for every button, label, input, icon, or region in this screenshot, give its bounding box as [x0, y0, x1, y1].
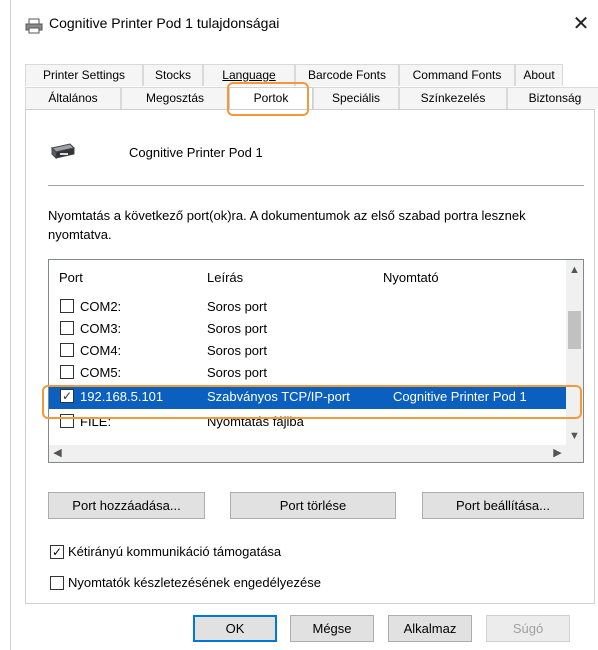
- port-list[interactable]: Port Leírás Nyomtató COM2: Soros port CO…: [48, 259, 584, 463]
- port-checkbox[interactable]: [60, 343, 74, 357]
- window-title: Cognitive Printer Pod 1 tulajdonságai: [49, 15, 280, 31]
- printer-icon: [25, 18, 43, 34]
- port-name: COM5:: [80, 365, 122, 380]
- port-name: COM2:: [80, 299, 122, 314]
- scroll-corner: [566, 445, 583, 462]
- help-button[interactable]: Súgó: [486, 615, 570, 642]
- scroll-left-icon[interactable]: ◀: [49, 445, 66, 462]
- port-checkbox[interactable]: [60, 414, 74, 428]
- column-header-port[interactable]: Port: [59, 270, 83, 285]
- port-desc: Soros port: [207, 321, 267, 336]
- tab-general[interactable]: Általános: [25, 87, 121, 109]
- printer-name: Cognitive Printer Pod 1: [129, 145, 263, 160]
- bidirectional-checkbox[interactable]: ✓: [50, 545, 64, 559]
- column-header-printer[interactable]: Nyomtató: [383, 270, 439, 285]
- configure-port-button[interactable]: Port beállítása...: [422, 492, 584, 519]
- port-desc: Soros port: [207, 365, 267, 380]
- tab-barcode-fonts[interactable]: Barcode Fonts: [295, 64, 399, 86]
- tab-row-top: Printer Settings Stocks Language Barcode…: [25, 64, 563, 86]
- port-name: COM4:: [80, 343, 122, 358]
- port-name: COM3:: [80, 321, 122, 336]
- port-desc: Nyomtatás fájlba: [207, 414, 304, 429]
- scroll-down-icon[interactable]: ▼: [566, 428, 583, 445]
- tab-about[interactable]: About: [515, 64, 563, 86]
- list-item[interactable]: COM3: Soros port: [49, 319, 569, 339]
- printer-icon: [51, 143, 75, 160]
- list-header: Port Leírás Nyomtató: [49, 260, 569, 292]
- port-checkbox-checked[interactable]: ✓: [60, 389, 74, 403]
- ports-panel: Cognitive Printer Pod 1 Nyomtatás a köve…: [25, 109, 595, 604]
- delete-port-button[interactable]: Port törlése: [230, 492, 396, 519]
- port-desc: Soros port: [207, 343, 267, 358]
- port-name: FILE:: [80, 414, 112, 429]
- pooling-label[interactable]: Nyomtatók készletezésének engedélyezése: [68, 575, 321, 590]
- scroll-up-icon[interactable]: ▲: [566, 262, 583, 279]
- vertical-scrollbar[interactable]: ▲ ▼: [566, 260, 583, 445]
- printer-header: [48, 140, 76, 162]
- list-item[interactable]: COM5: Soros port: [49, 363, 569, 383]
- port-checkbox[interactable]: [60, 365, 74, 379]
- port-checkbox[interactable]: [60, 321, 74, 335]
- list-item[interactable]: COM4: Soros port: [49, 341, 569, 361]
- cancel-button[interactable]: Mégse: [290, 615, 374, 642]
- list-item-selected[interactable]: ✓ 192.168.5.101 Szabványos TCP/IP-port C…: [49, 387, 569, 409]
- tab-stocks[interactable]: Stocks: [143, 64, 203, 86]
- tab-security[interactable]: Biztonság: [507, 87, 598, 109]
- list-item[interactable]: FILE: Nyomtatás fájlba: [49, 412, 569, 432]
- bidirectional-label[interactable]: Kétirányú kommunikáció támogatása: [68, 544, 281, 559]
- pooling-checkbox[interactable]: [50, 576, 64, 590]
- close-icon[interactable]: ✕: [569, 12, 593, 36]
- title-bar: Cognitive Printer Pod 1 tulajdonságai ✕: [11, 0, 598, 48]
- tab-color-management[interactable]: Színkezelés: [399, 87, 507, 109]
- apply-button[interactable]: Alkalmaz: [388, 615, 472, 642]
- scroll-right-icon[interactable]: ▶: [549, 445, 566, 462]
- add-port-button[interactable]: Port hozzáadása...: [48, 492, 205, 519]
- port-description: Nyomtatás a következő port(ok)ra. A doku…: [48, 208, 526, 242]
- tab-command-fonts[interactable]: Command Fonts: [399, 64, 515, 86]
- scroll-thumb[interactable]: [568, 311, 581, 349]
- ok-button[interactable]: OK: [193, 615, 277, 642]
- column-header-description[interactable]: Leírás: [207, 270, 243, 285]
- port-desc: Soros port: [207, 299, 267, 314]
- port-name: 192.168.5.101: [80, 389, 164, 404]
- port-desc: Szabványos TCP/IP-port: [207, 389, 350, 404]
- port-checkbox[interactable]: [60, 299, 74, 313]
- tab-ports[interactable]: Portok: [229, 87, 313, 109]
- horizontal-scrollbar[interactable]: ◀ ▶: [49, 445, 568, 462]
- list-item[interactable]: COM2: Soros port: [49, 297, 569, 317]
- tab-sharing[interactable]: Megosztás: [121, 87, 229, 109]
- port-printer: Cognitive Printer Pod 1: [393, 389, 527, 404]
- tab-language[interactable]: Language: [203, 64, 295, 86]
- separator: [48, 185, 584, 186]
- tab-printer-settings[interactable]: Printer Settings: [25, 64, 143, 86]
- properties-window: Cognitive Printer Pod 1 tulajdonságai ✕ …: [10, 0, 598, 650]
- tab-row-bottom: Általános Megosztás Portok Speciális Szí…: [25, 87, 598, 109]
- tab-advanced[interactable]: Speciális: [313, 87, 399, 109]
